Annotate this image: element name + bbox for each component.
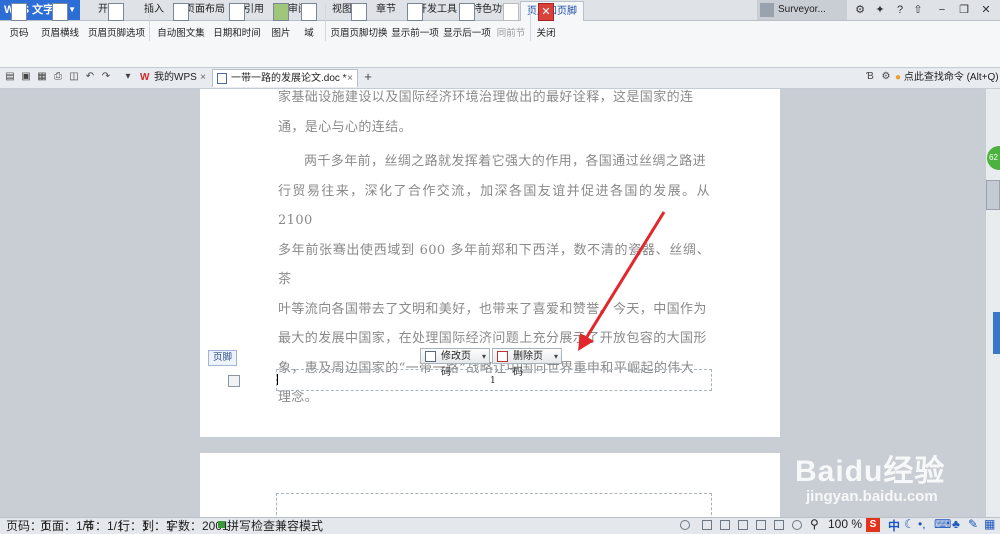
lightbulb-icon: ●	[895, 72, 902, 83]
save-icon[interactable]: ▣	[20, 71, 32, 83]
skin-icon[interactable]: ⚙	[850, 2, 870, 18]
status-spell-check[interactable]: 拼写检查	[227, 517, 275, 534]
status-compat-mode: 兼容模式	[275, 519, 324, 533]
close-icon: ✕	[538, 3, 554, 21]
arrow-line	[583, 211, 666, 341]
ribbon-divider	[530, 5, 531, 41]
gear-icon[interactable]: ⚙	[880, 71, 892, 83]
user-name: Surveyor...	[778, 4, 826, 15]
auto-text-button[interactable]: 自动图文集	[154, 3, 208, 43]
close-header-footer-button[interactable]: ✕ 关闭	[534, 3, 558, 43]
header-line-icon	[52, 3, 68, 21]
next-icon	[459, 3, 475, 21]
header-line-button[interactable]: 页眉横线	[36, 3, 84, 43]
shirt-icon[interactable]: ✦	[870, 2, 890, 18]
page-view-icon[interactable]	[720, 520, 730, 530]
page-number-label: 页码	[9, 28, 29, 39]
scrollbar-thumb[interactable]	[986, 180, 1000, 210]
help-icon[interactable]: ?	[890, 2, 910, 18]
ribbon-divider	[149, 5, 150, 41]
field-button[interactable]: 域	[298, 3, 320, 43]
close-icon[interactable]: ✕	[976, 2, 996, 18]
picture-icon	[273, 3, 289, 21]
calendar-icon	[229, 3, 245, 21]
date-time-label: 日期和时间	[213, 28, 261, 39]
show-previous-button[interactable]: 显示前一项	[390, 3, 440, 43]
field-label: 域	[304, 28, 314, 39]
zoom-level[interactable]: 100 %	[828, 517, 862, 531]
wps-icon: W	[140, 72, 150, 83]
spell-check-icon	[218, 521, 225, 528]
watermark-url: jingyan.baidu.com	[806, 488, 938, 505]
switch-header-footer-button[interactable]: 页眉页脚切换	[330, 3, 388, 43]
same-as-previous-button[interactable]: 同前节	[494, 3, 528, 43]
tab-document[interactable]: 一带一路的发展论文.doc * ×	[212, 69, 358, 87]
header-footer-options-button[interactable]: 页眉页脚选项	[88, 3, 146, 43]
grid-icon[interactable]: ▦	[984, 517, 995, 531]
side-panel-handle[interactable]	[993, 312, 1000, 354]
same-as-previous-label: 同前节	[496, 28, 526, 39]
sogou-ime-icon[interactable]: S	[866, 518, 880, 532]
watermark-brand: Baidu经验	[795, 455, 946, 488]
tab-my-wps-label: 我的WPS	[154, 72, 197, 83]
switch-header-footer-label: 页眉页脚切换	[330, 28, 388, 39]
tab-document-label: 一带一路的发展论文.doc *	[231, 73, 347, 84]
picture-button[interactable]: 图片	[266, 3, 296, 43]
punctuation-icon[interactable]: •,	[918, 517, 926, 531]
web-view-icon[interactable]	[756, 520, 766, 530]
link-icon	[503, 3, 519, 21]
close-label: 关闭	[536, 28, 556, 39]
moon-icon[interactable]: ☾	[904, 517, 915, 531]
print-preview-icon[interactable]: ◫	[68, 71, 80, 83]
auto-text-icon	[173, 3, 189, 21]
redo-icon[interactable]: ↷	[100, 71, 112, 83]
close-icon[interactable]: ×	[200, 69, 206, 87]
shirt-icon[interactable]: ♣	[952, 517, 960, 531]
restore-icon[interactable]: ❐	[954, 2, 974, 18]
ribbon-divider	[325, 5, 326, 41]
show-next-button[interactable]: 显示后一项	[442, 3, 492, 43]
ime-mode[interactable]: 中	[888, 517, 900, 534]
switch-header-footer-icon	[351, 3, 367, 21]
field-icon	[301, 3, 317, 21]
customize-dropdown-icon[interactable]: ▾	[122, 71, 134, 83]
open-folder-icon[interactable]: ▤	[4, 71, 16, 83]
new-tab-icon[interactable]: +	[362, 70, 374, 83]
document-icon	[217, 73, 227, 84]
page-number-icon	[11, 3, 27, 21]
header-footer-options-label: 页眉页脚选项	[88, 28, 146, 39]
tab-my-wps[interactable]: W 我的WPS ×	[136, 69, 210, 87]
show-next-label: 显示后一项	[443, 28, 491, 39]
minimize-icon[interactable]: −	[932, 2, 952, 18]
fullscreen-icon[interactable]	[702, 520, 712, 530]
show-previous-label: 显示前一项	[391, 28, 439, 39]
print-icon[interactable]: ⎙	[52, 71, 64, 83]
brand-icon: Ɓ	[866, 71, 874, 82]
page-number-button[interactable]: 页码	[4, 3, 34, 43]
location-icon[interactable]: ⚲	[810, 517, 819, 531]
find-command-box[interactable]: ● 点此查找命令 (Alt+Q)	[895, 68, 999, 88]
avatar	[760, 3, 774, 17]
reading-view-icon[interactable]	[774, 520, 784, 530]
revision-icon[interactable]	[680, 520, 690, 530]
picture-label: 图片	[271, 28, 291, 39]
close-icon[interactable]: ×	[347, 70, 353, 88]
undo-icon[interactable]: ↶	[84, 71, 96, 83]
tools-icon[interactable]: ✎	[968, 517, 978, 531]
header-footer-options-icon	[108, 3, 124, 21]
eye-protect-icon[interactable]	[792, 520, 802, 530]
keyboard-icon[interactable]: ⌨	[934, 517, 951, 531]
header-line-label: 页眉横线	[40, 28, 79, 39]
auto-text-label: 自动图文集	[157, 28, 205, 39]
find-command-label: 点此查找命令 (Alt+Q)	[903, 72, 999, 83]
previous-icon	[407, 3, 423, 21]
outline-view-icon[interactable]	[738, 520, 748, 530]
export-pdf-icon[interactable]: ▦	[36, 71, 48, 83]
upload-icon[interactable]: ⇧	[908, 2, 928, 18]
date-time-button[interactable]: 日期和时间	[212, 3, 262, 43]
